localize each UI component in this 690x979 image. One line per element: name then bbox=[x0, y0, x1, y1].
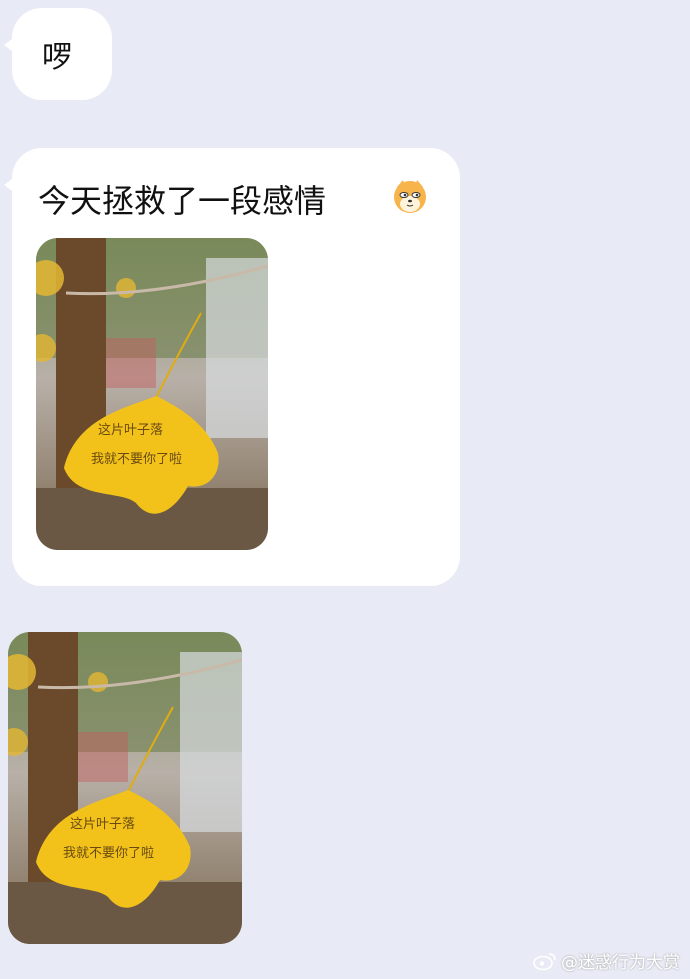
message-bubble-1[interactable]: 啰 bbox=[4, 8, 112, 100]
leaf-photo[interactable]: 这片叶子落 我就不要你了啦 bbox=[36, 238, 268, 550]
leaf-photo[interactable]: 这片叶子落 我就不要你了啦 bbox=[8, 632, 242, 944]
fox-face-emoji bbox=[394, 180, 426, 213]
leaf-handwriting-line-2: 我就不要你了啦 bbox=[63, 846, 154, 861]
weibo-icon bbox=[533, 952, 556, 970]
leaf-handwriting-line-2: 我就不要你了啦 bbox=[91, 452, 182, 467]
leaf-handwriting-line-1: 这片叶子落 bbox=[70, 816, 135, 832]
watermark-text: @迷惑行为大赏 bbox=[561, 953, 680, 973]
leaf-handwriting-line-1: 这片叶子落 bbox=[98, 422, 163, 438]
message-bubble-2[interactable]: 今天拯救了一段感情 这片叶子落 我就不要你了啦 bbox=[4, 148, 460, 586]
message-text: 今天拯救了一段感情 bbox=[38, 182, 327, 220]
message-text: 啰 bbox=[42, 40, 72, 75]
watermark: @迷惑行为大赏 bbox=[533, 948, 680, 973]
bubble-tail bbox=[4, 176, 16, 194]
bubble-tail bbox=[4, 36, 16, 54]
